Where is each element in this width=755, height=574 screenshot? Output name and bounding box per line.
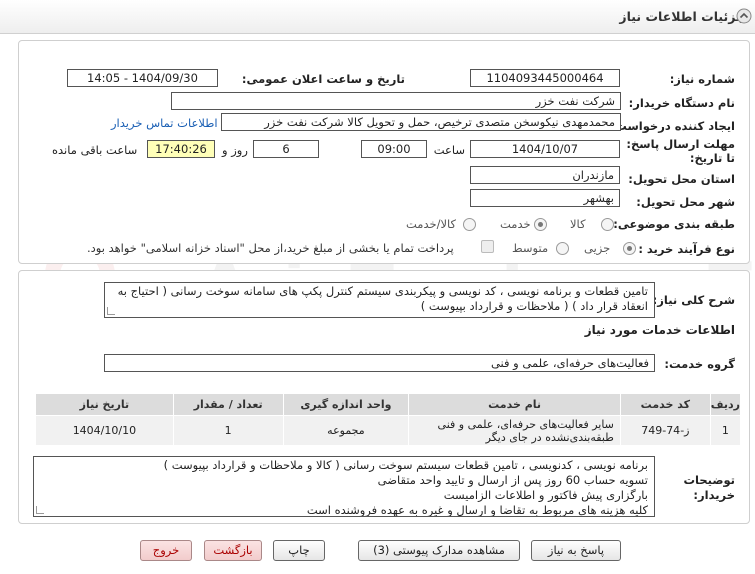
requester-field: محمدمهدی نیکوسخن متصدی ترخیص، حمل و تحوی…	[221, 113, 621, 131]
page-header: جزئیات اطلاعات نیاز	[0, 0, 755, 34]
general-description-label: شرح کلی نیاز:	[652, 293, 735, 307]
buyer-note-line: بارگزاری پیش فاکتور و اطلاعات الزامیست	[443, 488, 648, 502]
cell-row-num: 1	[709, 415, 742, 446]
general-description-field: تامین قطعات و برنامه نویسی ، کد نویسی و …	[104, 282, 655, 318]
need-number-field: 1104093445000464	[470, 69, 620, 87]
remaining-time-label: ساعت باقی مانده	[52, 143, 138, 157]
buyer-notes-label: توضیحات خریدار:	[683, 473, 736, 502]
page-title: جزئیات اطلاعات نیاز	[619, 9, 745, 24]
buyer-org-field: شرکت نفت خزر	[171, 92, 621, 110]
buyer-org-label: نام دستگاه خریدار:	[628, 96, 735, 110]
services-table: ردیف کد خدمت نام خدمت واحد اندازه گیری ت…	[35, 393, 742, 446]
view-attachments-button[interactable]: مشاهده مدارک پیوستی (3)	[358, 540, 520, 561]
days-remaining-field: 6	[253, 140, 319, 158]
category-option-both: کالا/خدمت	[406, 217, 457, 231]
category-label: طبقه بندی موضوعی:	[613, 217, 735, 231]
services-section-title: اطلاعات خدمات مورد نیاز	[584, 323, 735, 337]
cell-quantity: 1	[172, 415, 284, 446]
requester-label: ایجاد کننده درخواست:	[610, 119, 735, 133]
buyer-notes-field: برنامه نویسی ، کدنویسی ، تامین قطعات سیس…	[33, 456, 655, 517]
cell-service-code: ز-74-749	[619, 415, 711, 446]
print-button[interactable]: چاپ	[273, 540, 325, 561]
exit-button[interactable]: خروج	[140, 540, 192, 561]
deadline-label: مهلت ارسال پاسخ: تا تاریخ:	[626, 137, 735, 165]
purchase-option-medium: متوسط	[512, 241, 549, 255]
buyer-note-line: برنامه نویسی ، کدنویسی ، تامین قطعات سیس…	[163, 458, 648, 472]
province-label: استان محل تحویل:	[628, 172, 735, 186]
purchase-radio-minor[interactable]	[623, 242, 636, 255]
buyer-contact-link[interactable]: اطلاعات تماس خریدار	[111, 116, 218, 130]
service-group-field: فعالیت‌های حرفه‌ای، علمی و فنی	[104, 354, 655, 372]
col-header-service-code: کد خدمت	[619, 393, 711, 416]
announce-date-label: تاریخ و ساعت اعلان عمومی:	[241, 72, 405, 86]
category-radio-both[interactable]	[463, 218, 476, 231]
cell-unit: مجموعه	[282, 415, 410, 446]
reply-button[interactable]: پاسخ به نیاز	[531, 540, 621, 561]
province-field: مازندران	[470, 166, 620, 184]
treasury-checkbox[interactable]	[481, 240, 494, 253]
category-radio-goods[interactable]	[601, 218, 614, 231]
col-header-row-num: ردیف	[709, 393, 742, 416]
category-option-service: خدمت	[500, 217, 531, 231]
deadline-date-field: 1404/10/07	[470, 140, 620, 158]
col-header-service-name: نام خدمت	[408, 393, 621, 416]
announce-date-field: 1404/09/30 - 14:05	[67, 69, 218, 87]
need-number-label: شماره نیاز:	[669, 72, 735, 86]
cell-need-date: 1404/10/10	[35, 415, 174, 446]
category-option-goods: کالا	[570, 217, 586, 231]
back-button[interactable]: بازگشت	[204, 540, 262, 561]
buyer-note-line: کلیه هزینه های مربوط به تقاضا و ارسال و …	[306, 503, 648, 517]
cell-service-name: سایر فعالیت‌های حرفه‌ای، علمی و فنی طبقه…	[408, 415, 621, 446]
deadline-time-label: ساعت	[433, 143, 465, 157]
purchase-option-minor: جزیی	[584, 241, 611, 255]
resize-handle-icon[interactable]	[36, 506, 44, 514]
treasury-note: پرداخت تمام یا بخشی از مبلغ خرید،از محل …	[87, 241, 454, 255]
buyer-note-line: تسویه حساب 60 روز پس از ارسال و تایید وا…	[377, 473, 648, 487]
remaining-time-field: 17:40:26	[147, 140, 215, 158]
col-header-need-date: تاریخ نیاز	[35, 393, 174, 416]
collapse-icon[interactable]	[736, 8, 752, 24]
col-header-quantity: تعداد / مقدار	[172, 393, 284, 416]
deadline-time-field: 09:00	[361, 140, 427, 158]
resize-handle-icon[interactable]	[107, 307, 115, 315]
purchase-type-label: نوع فرآیند خرید :	[638, 242, 735, 256]
purchase-radio-medium[interactable]	[556, 242, 569, 255]
city-field: بهشهر	[470, 189, 620, 207]
table-header-row: ردیف کد خدمت نام خدمت واحد اندازه گیری ت…	[35, 393, 742, 416]
category-radio-service[interactable]	[534, 218, 547, 231]
col-header-unit: واحد اندازه گیری	[282, 393, 410, 416]
table-row: 1 ز-74-749 سایر فعالیت‌های حرفه‌ای، علمی…	[35, 415, 742, 446]
city-label: شهر محل تحویل:	[636, 195, 735, 209]
days-label: روز و	[222, 143, 248, 157]
service-group-label: گروه خدمت:	[664, 357, 735, 371]
services-table-wrapper: ردیف کد خدمت نام خدمت واحد اندازه گیری ت…	[35, 393, 742, 446]
